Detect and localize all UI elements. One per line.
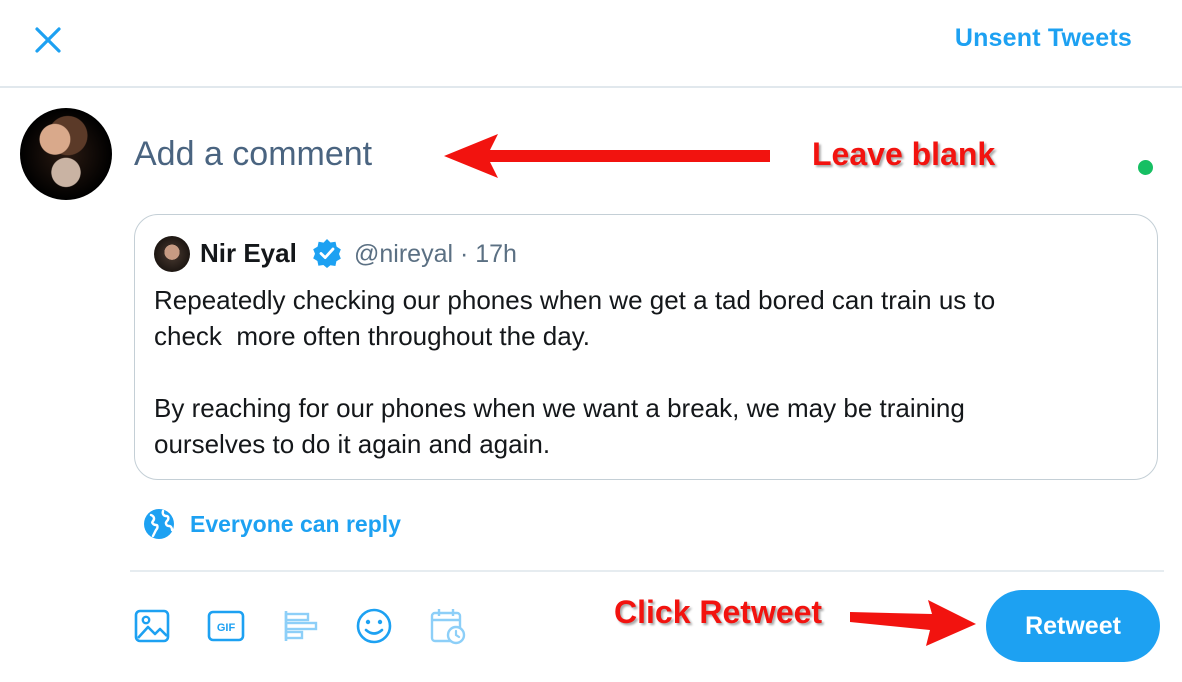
globe-icon bbox=[144, 509, 174, 539]
unsent-tweets-link[interactable]: Unsent Tweets bbox=[955, 24, 1132, 53]
quoted-handle-time: @nireyal · 17h bbox=[354, 240, 517, 268]
verified-badge-icon bbox=[313, 239, 341, 268]
status-indicator bbox=[1138, 160, 1153, 175]
quoted-author-avatar bbox=[154, 236, 190, 272]
svg-text:GIF: GIF bbox=[217, 622, 236, 634]
quoted-tweet-text-2: By reaching for our phones when we want … bbox=[154, 393, 965, 459]
emoji-icon[interactable] bbox=[354, 606, 394, 646]
image-icon[interactable] bbox=[132, 606, 172, 646]
close-icon[interactable] bbox=[28, 20, 68, 60]
user-avatar[interactable] bbox=[20, 108, 112, 200]
quoted-author-name: Nir Eyal bbox=[200, 238, 297, 268]
quoted-tweet-text-1: Repeatedly checking our phones when we g… bbox=[154, 285, 996, 351]
schedule-icon[interactable] bbox=[428, 606, 468, 646]
annotation-click-retweet: Click Retweet bbox=[614, 594, 823, 630]
gif-icon[interactable]: GIF bbox=[206, 606, 246, 646]
annotation-leave-blank: Leave blank bbox=[812, 136, 996, 172]
toolbar-divider bbox=[130, 570, 1164, 572]
header-divider bbox=[0, 86, 1182, 88]
annotation-arrow-left bbox=[444, 134, 770, 178]
poll-icon[interactable] bbox=[280, 606, 320, 646]
annotation-arrow-right bbox=[850, 600, 976, 646]
reply-setting-label: Everyone can reply bbox=[190, 510, 401, 537]
reply-setting-button[interactable]: Everyone can reply bbox=[142, 506, 401, 542]
retweet-button[interactable]: Retweet bbox=[986, 590, 1160, 662]
